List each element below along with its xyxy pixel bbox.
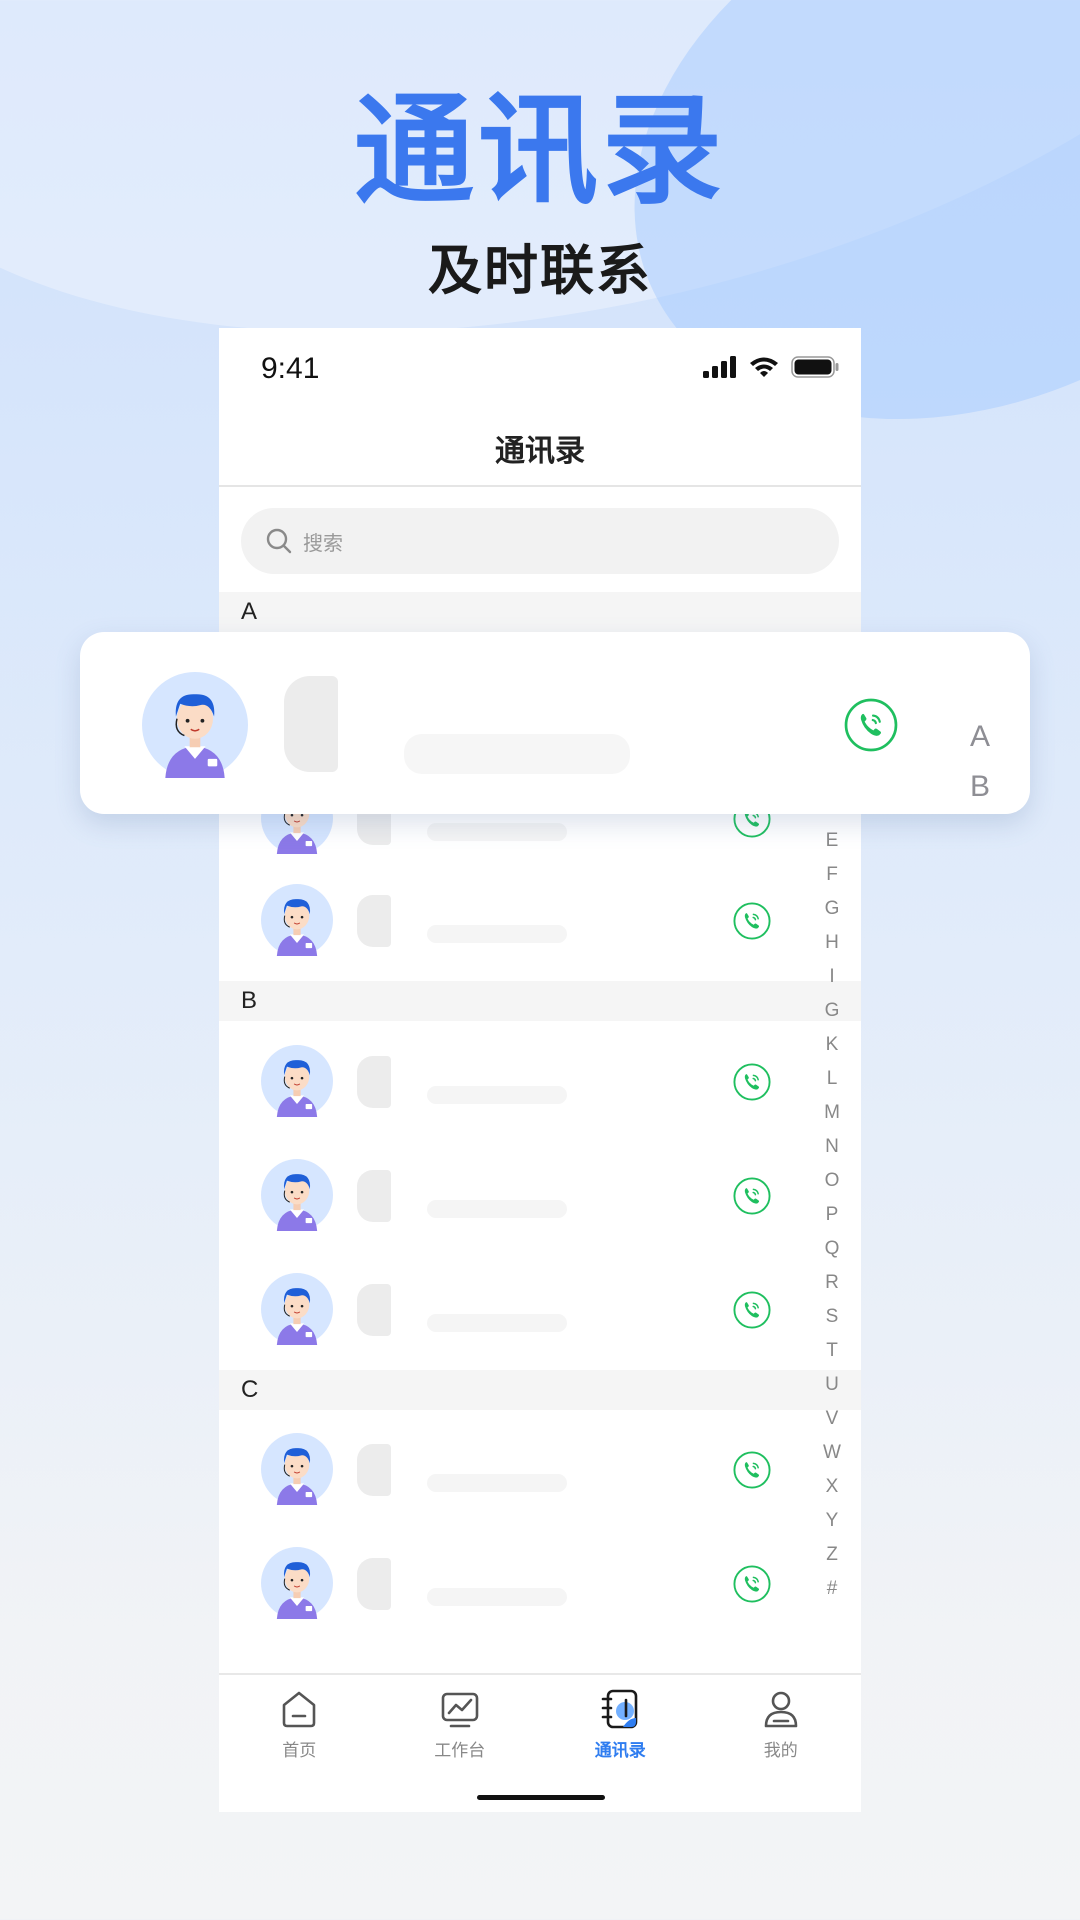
tab-workbench[interactable]: 工作台 [380, 1688, 541, 1778]
contact-row[interactable] [219, 865, 779, 975]
avatar [142, 672, 248, 778]
index-letter[interactable]: X [812, 1470, 852, 1504]
hero-subtitle: 及时联系 [428, 239, 652, 302]
index-letter[interactable]: F [812, 858, 852, 892]
search-icon [266, 528, 292, 554]
index-letter[interactable]: Y [812, 1504, 852, 1538]
home-icon [282, 1691, 316, 1728]
index-letter[interactable]: I [812, 960, 852, 994]
contact-detail-placeholder [427, 823, 567, 841]
divider [219, 485, 861, 487]
tab-label: 工作台 [434, 1741, 486, 1761]
contact-name-placeholder [357, 1284, 391, 1336]
alphabet-index-bar[interactable]: E F G H I G K L M N O P Q R S T U V W X Y Z # [812, 824, 852, 1606]
index-letter[interactable]: L [812, 1062, 852, 1096]
index-letter[interactable]: M [812, 1096, 852, 1130]
phone-call-icon[interactable] [733, 902, 771, 940]
index-letter[interactable]: T [812, 1334, 852, 1368]
contact-detail-placeholder [427, 1200, 567, 1218]
index-letter[interactable]: B [965, 770, 995, 804]
contact-detail-placeholder [427, 1314, 567, 1332]
search-input[interactable]: 搜索 [241, 508, 839, 574]
index-letter[interactable]: S [812, 1300, 852, 1334]
contact-row[interactable] [219, 1026, 779, 1136]
avatar [261, 1433, 333, 1505]
tab-label: 通讯录 [594, 1741, 646, 1761]
section-header: B [219, 981, 861, 1021]
phone-call-icon[interactable] [733, 1565, 771, 1603]
contact-name-placeholder [357, 1170, 391, 1222]
battery-icon [791, 356, 839, 378]
section-header: C [219, 1370, 861, 1410]
phone-call-icon[interactable] [733, 1291, 771, 1329]
avatar [261, 1045, 333, 1117]
contact-name-placeholder [357, 1056, 391, 1108]
contact-name-placeholder [284, 676, 338, 772]
index-letter[interactable]: W [812, 1436, 852, 1470]
tab-profile[interactable]: 我的 [701, 1688, 862, 1778]
index-letter[interactable]: O [812, 1164, 852, 1198]
index-letter[interactable]: Z [812, 1538, 852, 1572]
wifi-icon [750, 357, 778, 377]
index-letter[interactable]: # [812, 1572, 852, 1606]
contact-name-placeholder [357, 1444, 391, 1496]
index-letter[interactable]: N [812, 1130, 852, 1164]
index-letter[interactable]: G [812, 892, 852, 926]
tab-contacts[interactable]: 通讯录 [540, 1688, 701, 1778]
index-letter[interactable]: U [812, 1368, 852, 1402]
index-letter[interactable]: K [812, 1028, 852, 1062]
index-letter[interactable]: Q [812, 1232, 852, 1266]
index-letter[interactable]: H [812, 926, 852, 960]
contact-detail-placeholder [404, 734, 630, 774]
phone-screen: 9:41 通讯录 搜索 A B C E F G H I G K L M N O … [219, 328, 861, 1812]
index-letter[interactable]: P [812, 1198, 852, 1232]
index-letter[interactable]: R [812, 1266, 852, 1300]
signal-icon [703, 356, 736, 378]
highlighted-contact-card[interactable]: A B [80, 632, 1030, 814]
phone-call-icon[interactable] [733, 1063, 771, 1101]
contact-detail-placeholder [427, 925, 567, 943]
tab-label: 首页 [282, 1741, 317, 1761]
phone-call-icon[interactable] [733, 1451, 771, 1489]
workbench-icon [441, 1692, 479, 1728]
contact-detail-placeholder [427, 1086, 567, 1104]
phone-call-icon[interactable] [733, 1177, 771, 1215]
contact-row[interactable] [219, 1414, 779, 1524]
tab-home[interactable]: 首页 [219, 1688, 380, 1778]
contact-detail-placeholder [427, 1474, 567, 1492]
hero-title: 通讯录 [354, 82, 726, 221]
profile-icon [764, 1691, 798, 1728]
contact-row[interactable] [219, 1140, 779, 1250]
section-header: A [219, 592, 861, 632]
page-title: 通讯录 [495, 434, 585, 469]
contacts-icon [601, 1689, 638, 1729]
status-time: 9:41 [261, 352, 320, 385]
avatar [261, 1547, 333, 1619]
search-placeholder: 搜索 [303, 530, 343, 555]
contact-detail-placeholder [427, 1588, 567, 1606]
avatar [261, 1159, 333, 1231]
home-indicator [477, 1795, 605, 1800]
index-letter[interactable]: V [812, 1402, 852, 1436]
index-letter[interactable]: A [965, 720, 995, 754]
index-letter[interactable]: E [812, 824, 852, 858]
contact-name-placeholder [357, 1558, 391, 1610]
avatar [261, 884, 333, 956]
phone-call-icon[interactable] [844, 698, 898, 752]
tab-bar: 首页 工作台 通讯录 我的 [219, 1688, 861, 1778]
contact-name-placeholder [357, 895, 391, 947]
tab-label: 我的 [763, 1741, 798, 1761]
contact-row[interactable] [219, 1254, 779, 1364]
index-letter[interactable]: G [812, 994, 852, 1028]
status-icons [703, 356, 839, 378]
contact-row[interactable] [219, 1528, 779, 1638]
avatar [261, 1273, 333, 1345]
divider [219, 1673, 861, 1675]
